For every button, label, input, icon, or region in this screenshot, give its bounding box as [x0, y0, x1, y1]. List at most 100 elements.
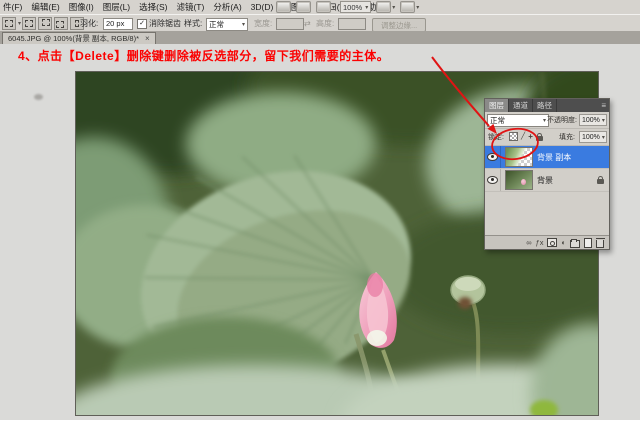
- layers-panel-footer: ∞ ƒx ◐: [485, 235, 609, 249]
- antialias-checkbox: ✓: [137, 19, 147, 29]
- blend-mode-select[interactable]: 正常 ▾: [487, 114, 549, 127]
- eye-icon: [487, 176, 498, 184]
- menu-analysis[interactable]: 分析(A): [213, 1, 241, 13]
- lock-transparency-icon[interactable]: [509, 132, 518, 141]
- add-selection-icon[interactable]: [38, 17, 52, 30]
- layer-row-background[interactable]: 背景: [485, 169, 609, 192]
- width-label: 宽度:: [254, 18, 272, 29]
- antialias-setting[interactable]: ✓ 消除锯齿: [137, 18, 181, 29]
- lock-icons: ╱ +: [509, 132, 543, 141]
- feather-label: 羽化:: [80, 18, 98, 29]
- view-extras-icon[interactable]: [296, 1, 311, 13]
- fill-label: 填充:: [559, 132, 575, 142]
- subtract-selection-icon[interactable]: [54, 17, 68, 30]
- swap-dimensions-icon: ⇄: [304, 18, 311, 29]
- layer-lock-icon: [597, 179, 604, 184]
- canvas-area: 4、点击【Delete】删除键删除被反选部分，留下我们需要的主体。: [0, 44, 640, 420]
- opacity-value[interactable]: 100% ▾: [579, 114, 607, 126]
- height-input: [338, 18, 366, 30]
- artifact-smudge: [34, 94, 43, 100]
- new-group-icon[interactable]: [570, 240, 580, 248]
- chevron-down-icon: ▾: [18, 20, 21, 27]
- width-input: [276, 18, 304, 30]
- chevron-down-icon: ▾: [416, 4, 419, 11]
- antialias-label: 消除锯齿: [149, 18, 181, 29]
- refine-edge-button[interactable]: 调整边缘...: [372, 18, 426, 32]
- document-tab[interactable]: 6045.JPG @ 100%(背景 副本, RGB/8)* ×: [2, 32, 156, 44]
- link-layers-icon[interactable]: ∞: [526, 238, 531, 248]
- tab-layers[interactable]: 图层: [485, 99, 509, 112]
- menu-edit[interactable]: 编辑(E): [31, 1, 59, 13]
- page-margin: [0, 420, 640, 428]
- feather-input[interactable]: 20 px: [103, 18, 133, 30]
- chevron-down-icon: ▾: [392, 4, 395, 11]
- blend-mode-value: 正常: [490, 115, 505, 126]
- new-layer-icon[interactable]: [584, 238, 592, 248]
- chevron-down-icon: ▾: [543, 117, 546, 124]
- chevron-down-icon: ▾: [332, 4, 335, 11]
- tab-channels[interactable]: 通道: [509, 99, 533, 112]
- layer-thumbnail[interactable]: [505, 147, 533, 167]
- chevron-down-icon: ▾: [242, 21, 245, 28]
- document-tab-bar: 6045.JPG @ 100%(背景 副本, RGB/8)* ×: [0, 31, 640, 45]
- layer-style-icon[interactable]: ƒx: [536, 238, 544, 248]
- visibility-cell[interactable]: [485, 169, 501, 191]
- tutorial-step-text: 4、点击【Delete】删除键删除被反选部分，留下我们需要的主体。: [18, 47, 389, 64]
- chevron-down-icon: ▾: [602, 134, 605, 141]
- tool-preset-picker[interactable]: ▾: [2, 18, 21, 29]
- layers-panel-tabs: 图层 通道 路径 ≡: [485, 99, 609, 112]
- screen-mode-control[interactable]: ▾: [400, 1, 419, 13]
- layer-thumbnail[interactable]: [505, 170, 533, 190]
- opacity-label: 不透明度:: [547, 115, 577, 125]
- chevron-down-icon: ▾: [602, 117, 605, 124]
- height-label: 高度:: [316, 18, 334, 29]
- lock-row: 锁定: ╱ + 填充: 100% ▾: [485, 129, 609, 146]
- style-setting: 样式:: [184, 18, 202, 29]
- lock-pixels-icon[interactable]: ╱: [521, 132, 525, 141]
- marquee-tool-icon: [2, 17, 16, 30]
- layer-name: 背景: [537, 175, 553, 186]
- arrange-documents-icon: [316, 1, 331, 13]
- lock-label: 锁定:: [488, 132, 504, 142]
- menu-file[interactable]: 件(F): [3, 1, 22, 13]
- refine-edge-label: 调整边缘...: [381, 20, 417, 31]
- zoom-level-control[interactable]: 100% ▾: [340, 1, 371, 13]
- menu-3d[interactable]: 3D(D): [251, 2, 274, 12]
- layer-name: 背景 副本: [537, 152, 571, 163]
- panel-menu-icon[interactable]: ≡: [598, 99, 609, 112]
- tab-paths[interactable]: 路径: [533, 99, 557, 112]
- menu-select[interactable]: 选择(S): [139, 1, 167, 13]
- document-title: 6045.JPG @ 100%(背景 副本, RGB/8)*: [8, 33, 139, 44]
- feather-setting: 羽化:: [80, 18, 98, 29]
- layer-list: 背景 副本 背景: [485, 146, 609, 192]
- style-value: 正常: [209, 19, 224, 30]
- zoom-level-value: 100%: [343, 3, 362, 12]
- eye-icon: [487, 153, 498, 161]
- close-icon[interactable]: ×: [145, 34, 150, 43]
- layers-panel: 图层 通道 路径 ≡ 正常 ▾ 不透明度: 100% ▾ 锁定:: [484, 98, 610, 250]
- delete-layer-icon[interactable]: [596, 240, 604, 248]
- layer-list-empty-space: [485, 192, 609, 237]
- application-bar: ▾ 100% ▾ ▾ ▾: [276, 1, 419, 13]
- style-select[interactable]: 正常 ▾: [206, 18, 248, 31]
- chevron-down-icon: ▾: [365, 4, 368, 11]
- visibility-cell[interactable]: [485, 146, 501, 168]
- feather-value: 20 px: [106, 19, 124, 29]
- hand-tool-control[interactable]: ▾: [376, 1, 395, 13]
- menu-filter[interactable]: 滤镜(T): [176, 1, 204, 13]
- layer-row-background-copy[interactable]: 背景 副本: [485, 146, 609, 169]
- arrange-documents-control[interactable]: ▾: [316, 1, 335, 13]
- photoshop-window: 件(F) 编辑(E) 图像(I) 图层(L) 选择(S) 滤镜(T) 分析(A)…: [0, 0, 640, 428]
- lock-all-icon[interactable]: [536, 136, 543, 141]
- menu-image[interactable]: 图像(I): [69, 1, 94, 13]
- menu-layer[interactable]: 图层(L): [103, 1, 130, 13]
- blend-mode-row: 正常 ▾ 不透明度: 100% ▾: [485, 112, 609, 129]
- new-selection-icon[interactable]: [22, 17, 36, 30]
- selection-combine-group: [22, 18, 85, 29]
- hand-tool-icon: [376, 1, 391, 13]
- layer-mask-icon[interactable]: [547, 238, 557, 247]
- fill-value[interactable]: 100% ▾: [579, 131, 607, 143]
- lock-position-icon[interactable]: +: [528, 132, 533, 141]
- launch-bridge-icon[interactable]: [276, 1, 291, 13]
- adjustment-layer-icon[interactable]: ◐: [561, 238, 566, 248]
